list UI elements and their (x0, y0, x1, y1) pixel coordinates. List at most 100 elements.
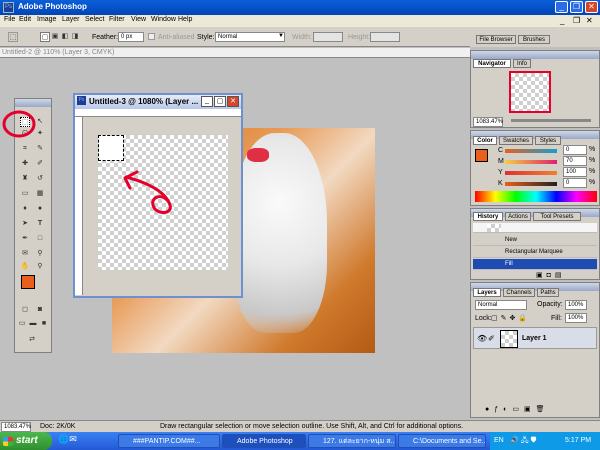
layer-footer-buttons[interactable]: ●ƒ◐▭▣🗑 (485, 405, 595, 415)
history-item[interactable]: Rectangular Marquee (473, 247, 597, 258)
channel-k-slider[interactable] (505, 182, 557, 186)
foreground-color-swatch[interactable] (21, 275, 35, 289)
intersect-selection-icon[interactable]: ◨ (70, 32, 80, 42)
healing-brush-tool-icon[interactable]: ✚ (20, 159, 30, 169)
screen-mode-2-icon[interactable]: ▬ (28, 319, 38, 329)
menu-file[interactable]: File (4, 16, 15, 23)
language-indicator[interactable]: EN (494, 432, 504, 450)
quick-mask-icon[interactable]: ◙ (35, 305, 45, 315)
eraser-tool-icon[interactable]: ▭ (20, 189, 30, 199)
channel-m-input[interactable]: 70 (563, 156, 587, 166)
doc-minimize-icon[interactable]: _ (560, 16, 564, 25)
style-select[interactable]: Normal (215, 32, 285, 42)
path-selection-tool-icon[interactable]: ➤ (20, 219, 30, 229)
history-footer-buttons[interactable]: ▣◘▤ (536, 271, 596, 279)
close-button[interactable]: ✕ (585, 1, 598, 13)
quick-launch-icons[interactable]: 🌐✉ (58, 434, 77, 445)
history-item-selected[interactable]: Fill (473, 259, 597, 270)
clock[interactable]: 5:17 PM (565, 432, 591, 450)
feather-input[interactable]: 0 px (118, 32, 144, 42)
eye-icon[interactable]: 👁 (477, 334, 487, 343)
doc-close-icon[interactable]: ✕ (586, 16, 593, 25)
opacity-input[interactable]: 100% (565, 300, 587, 310)
type-tool-icon[interactable]: T (35, 219, 45, 229)
screen-mode-1-icon[interactable]: ▭ (17, 319, 27, 329)
tab-file-browser[interactable]: File Browser (476, 35, 516, 44)
tab-history[interactable]: History (473, 212, 503, 221)
channel-c-input[interactable]: 0 (563, 145, 587, 155)
channel-y-slider[interactable] (505, 171, 557, 175)
selection-mode-buttons[interactable]: ▢ ▣ ◧ ◨ (40, 32, 80, 42)
tab-actions[interactable]: Actions (505, 212, 531, 221)
menu-image[interactable]: Image (37, 16, 56, 23)
doc-maximize-button[interactable]: ▢ (214, 96, 226, 107)
menu-window[interactable]: Window (151, 16, 176, 23)
shape-tool-icon[interactable]: □ (35, 234, 45, 244)
doc-minimize-button[interactable]: _ (201, 96, 213, 107)
brush-tool-icon[interactable]: ✐ (35, 159, 45, 169)
chevron-down-icon[interactable]: ▼ (278, 33, 284, 39)
minimize-button[interactable]: _ (555, 1, 568, 13)
color-foreground-swatch[interactable] (475, 149, 488, 162)
navigator-zoom-slider[interactable] (511, 119, 591, 122)
doc-close-button[interactable]: ✕ (227, 96, 239, 107)
channel-y-unit: % (589, 168, 596, 175)
subtract-selection-icon[interactable]: ◧ (60, 32, 70, 42)
tab-color[interactable]: Color (473, 136, 497, 145)
gradient-tool-icon[interactable]: ▦ (35, 189, 45, 199)
channel-y-input[interactable]: 100 (563, 167, 587, 177)
tab-layers[interactable]: Layers (473, 288, 501, 297)
navigator-thumbnail[interactable] (509, 71, 551, 113)
task-thai-page[interactable]: 127. แต่ละยาก-หนุ่ม ส... (308, 434, 396, 448)
menu-edit[interactable]: Edit (19, 16, 31, 23)
standard-mode-icon[interactable]: ◻ (20, 305, 30, 315)
marquee-tool-preset-icon[interactable]: ⬚ (8, 32, 18, 42)
channel-m-slider[interactable] (505, 160, 557, 164)
status-zoom[interactable]: 1083.47% (1, 422, 31, 432)
channel-c-slider[interactable] (505, 149, 557, 153)
tab-brushes[interactable]: Brushes (518, 35, 550, 44)
lock-icons[interactable]: ▢✎✥🔒 (491, 314, 530, 322)
layer-row[interactable]: 👁 ✐ Layer 1 (473, 327, 597, 349)
hand-tool-icon[interactable]: ✋ (20, 262, 30, 272)
task-photoshop[interactable]: Adobe Photoshop (222, 434, 306, 448)
navigator-zoom-field[interactable]: 1083.47% (473, 117, 503, 127)
history-snapshot[interactable] (473, 223, 597, 233)
blend-mode-select[interactable]: Normal (475, 300, 527, 310)
zoom-tool-icon[interactable]: ⚲ (35, 262, 45, 272)
tab-styles[interactable]: Styles (535, 136, 561, 145)
tab-info[interactable]: Info (513, 59, 531, 68)
tab-paths[interactable]: Paths (537, 288, 559, 297)
color-ramp[interactable] (475, 191, 597, 202)
menu-select[interactable]: Select (85, 16, 104, 23)
tray-icons[interactable]: 🔊🖧🛡 (510, 432, 539, 450)
dodge-tool-icon[interactable]: ● (35, 204, 45, 214)
history-item[interactable]: New (473, 235, 597, 246)
tab-channels[interactable]: Channels (503, 288, 535, 297)
antialiased-checkbox[interactable] (148, 33, 155, 40)
new-selection-icon[interactable]: ▢ (40, 32, 50, 42)
fill-input[interactable]: 100% (565, 313, 587, 323)
menu-view[interactable]: View (131, 16, 146, 23)
status-doc-size[interactable]: Doc: 2K/0K (40, 423, 75, 430)
tab-navigator[interactable]: Navigator (473, 59, 511, 68)
history-brush-tool-icon[interactable]: ↺ (35, 174, 45, 184)
menu-help[interactable]: Help (178, 16, 192, 23)
menu-layer[interactable]: Layer (62, 16, 80, 23)
screen-mode-3-icon[interactable]: ■ (39, 319, 49, 329)
channel-k-input[interactable]: 0 (563, 178, 587, 188)
eyedropper-tool-icon[interactable]: ⚲ (35, 249, 45, 259)
doc-restore-icon[interactable]: ❐ (573, 16, 580, 25)
clone-stamp-tool-icon[interactable]: ♜ (20, 174, 30, 184)
restore-button[interactable]: ❐ (570, 1, 583, 13)
pen-tool-icon[interactable]: ✒ (20, 234, 30, 244)
jump-to-imageready-icon[interactable]: ⇄ (27, 335, 37, 345)
task-explorer[interactable]: C:\Documents and Se... (398, 434, 486, 448)
blur-tool-icon[interactable]: ♦ (20, 204, 30, 214)
task-pantip[interactable]: ###PANTIP.COM##... (118, 434, 220, 448)
add-selection-icon[interactable]: ▣ (50, 32, 60, 42)
tab-tool-presets[interactable]: Tool Presets (533, 212, 581, 221)
notes-tool-icon[interactable]: ✉ (20, 249, 30, 259)
menu-filter[interactable]: Filter (109, 16, 125, 23)
tab-swatches[interactable]: Swatches (499, 136, 533, 145)
